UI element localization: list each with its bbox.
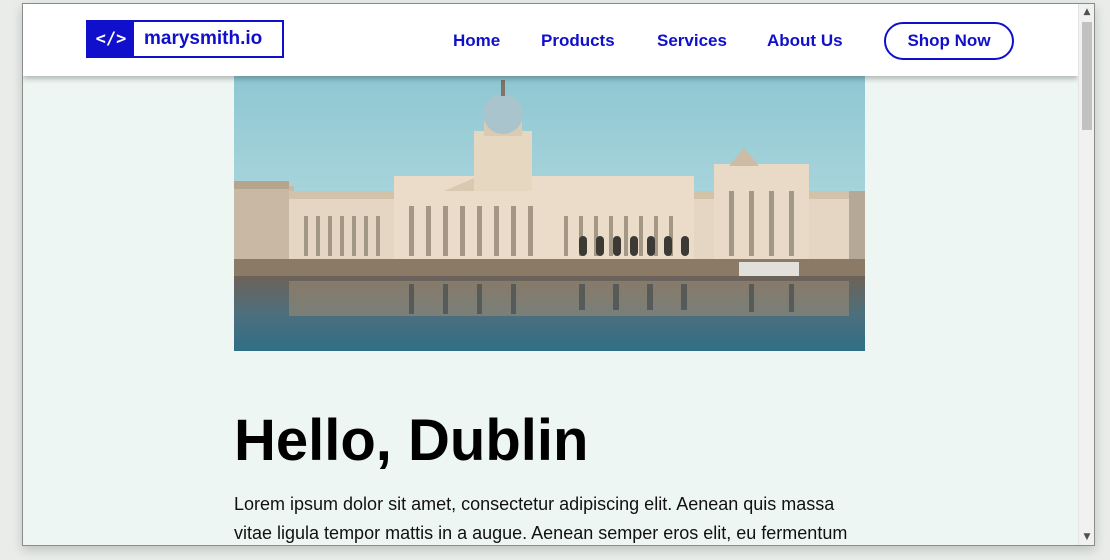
nav-link-home[interactable]: Home — [453, 31, 500, 51]
code-icon: </> — [88, 22, 134, 56]
chevron-down-icon[interactable]: ▼ — [1079, 529, 1094, 545]
nav-link-services[interactable]: Services — [657, 31, 727, 51]
browser-window: </> marysmith.io Home Products Services … — [22, 3, 1095, 546]
vertical-scrollbar[interactable]: ▲ ▼ — [1078, 4, 1094, 545]
site-logo[interactable]: </> marysmith.io — [86, 20, 284, 58]
logo-text: marysmith.io — [144, 28, 263, 49]
hero-image — [234, 76, 865, 351]
chevron-up-icon[interactable]: ▲ — [1079, 4, 1094, 20]
shop-now-button[interactable]: Shop Now — [884, 22, 1014, 60]
custom-house-illustration — [234, 76, 865, 351]
nav-link-products[interactable]: Products — [541, 31, 615, 51]
intro-paragraph: Lorem ipsum dolor sit amet, consectetur … — [234, 494, 848, 543]
page-heading: Hello, Dublin — [234, 408, 589, 473]
navbar: </> marysmith.io Home Products Services … — [23, 4, 1078, 76]
nav-link-about-us[interactable]: About Us — [767, 31, 843, 51]
page-viewport: </> marysmith.io Home Products Services … — [23, 4, 1078, 545]
scrollbar-thumb[interactable] — [1082, 22, 1092, 130]
